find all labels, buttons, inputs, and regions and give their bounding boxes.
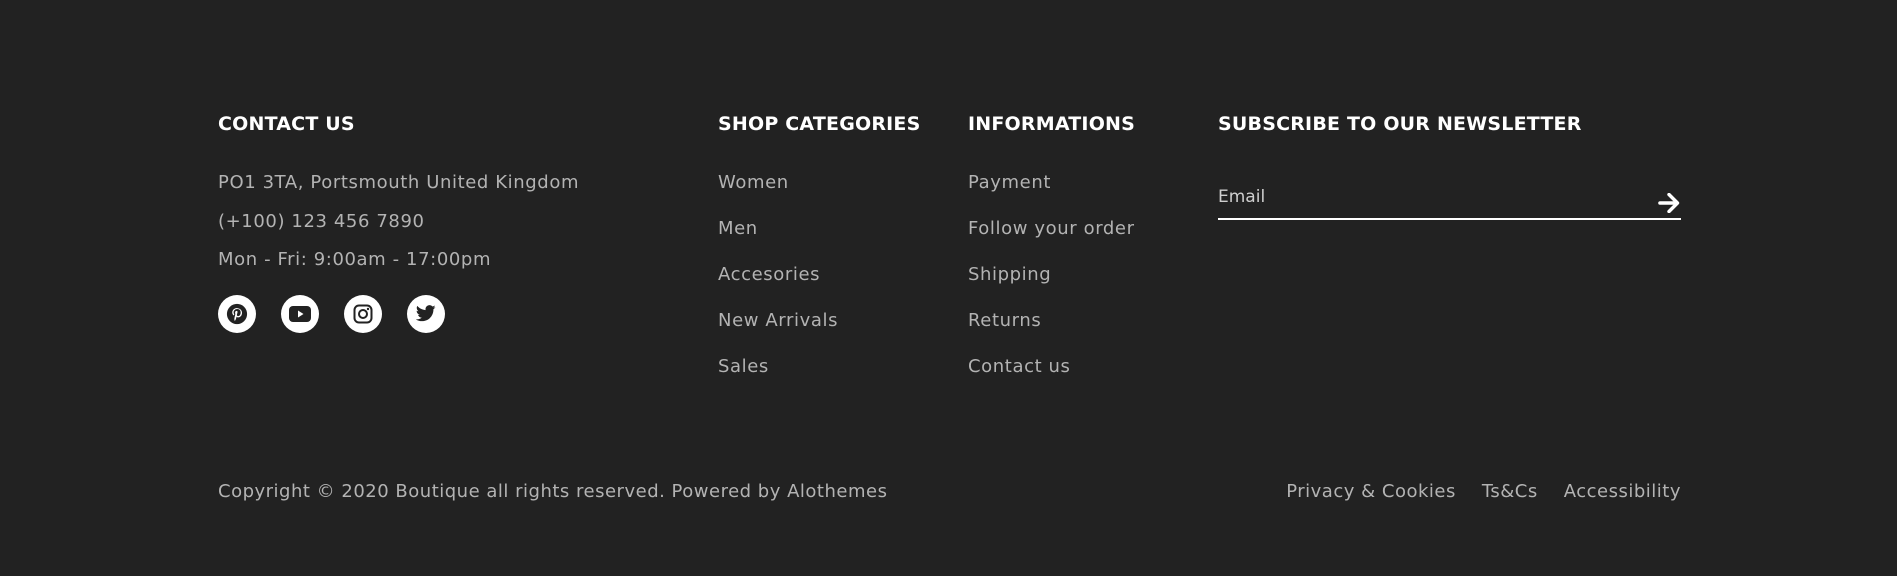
newsletter-submit-button[interactable] (1657, 191, 1681, 215)
informations-heading: INFORMATIONS (968, 113, 1136, 135)
info-link-shipping[interactable]: Shipping (968, 262, 1198, 308)
contact-details: PO1 3TA, Portsmouth United Kingdom (+100… (218, 170, 678, 286)
shop-categories-heading: SHOP CATEGORIES (718, 113, 921, 135)
shop-categories-section: SHOP CATEGORIES Women Men Accesories New… (718, 111, 948, 400)
newsletter-heading: SUBSCRIBE TO OUR NEWSLETTER (1218, 113, 1582, 135)
newsletter-form (1218, 185, 1681, 220)
shop-link-men[interactable]: Men (718, 216, 948, 262)
terms-link[interactable]: Ts&Cs (1482, 479, 1538, 505)
info-link-returns[interactable]: Returns (968, 308, 1198, 354)
shop-link-new-arrivals[interactable]: New Arrivals (718, 308, 948, 354)
arrow-right-icon (1658, 193, 1680, 213)
info-link-payment[interactable]: Payment (968, 170, 1198, 216)
youtube-link[interactable] (281, 294, 319, 333)
informations-section: INFORMATIONS Payment Follow your order S… (968, 111, 1198, 400)
contact-phone: (+100) 123 456 7890 (218, 210, 425, 232)
shop-link-women[interactable]: Women (718, 170, 948, 216)
instagram-link[interactable] (344, 294, 382, 333)
contact-hours: Mon - Fri: 9:00am - 17:00pm (218, 249, 492, 270)
twitter-icon (416, 305, 436, 322)
contact-address: PO1 3TA, Portsmouth United Kingdom (218, 172, 580, 193)
shop-link-accesories[interactable]: Accesories (718, 262, 948, 308)
accessibility-link[interactable]: Accessibility (1564, 479, 1681, 505)
footer-bottom-bar: Copyright © 2020 Boutique all rights res… (218, 479, 1681, 505)
youtube-icon (289, 305, 311, 322)
social-links (218, 294, 678, 333)
informations-list: Payment Follow your order Shipping Retur… (968, 170, 1198, 400)
copyright-text: Copyright © 2020 Boutique all rights res… (218, 481, 888, 502)
instagram-icon (353, 304, 373, 323)
legal-links: Privacy & Cookies Ts&Cs Accessibility (1286, 479, 1681, 505)
pinterest-link[interactable] (218, 294, 256, 333)
newsletter-email-input[interactable] (1218, 185, 1618, 209)
privacy-cookies-link[interactable]: Privacy & Cookies (1286, 479, 1456, 505)
pinterest-icon (226, 303, 248, 324)
contact-heading: CONTACT US (218, 113, 355, 135)
contact-section: CONTACT US PO1 3TA, Portsmouth United Ki… (218, 111, 678, 333)
newsletter-section: SUBSCRIBE TO OUR NEWSLETTER (1218, 111, 1681, 220)
site-footer: CONTACT US PO1 3TA, Portsmouth United Ki… (0, 0, 1897, 576)
twitter-link[interactable] (407, 294, 445, 333)
info-link-contact-us[interactable]: Contact us (968, 354, 1198, 400)
info-link-follow-order[interactable]: Follow your order (968, 216, 1198, 262)
shop-categories-list: Women Men Accesories New Arrivals Sales (718, 170, 948, 400)
shop-link-sales[interactable]: Sales (718, 354, 948, 400)
